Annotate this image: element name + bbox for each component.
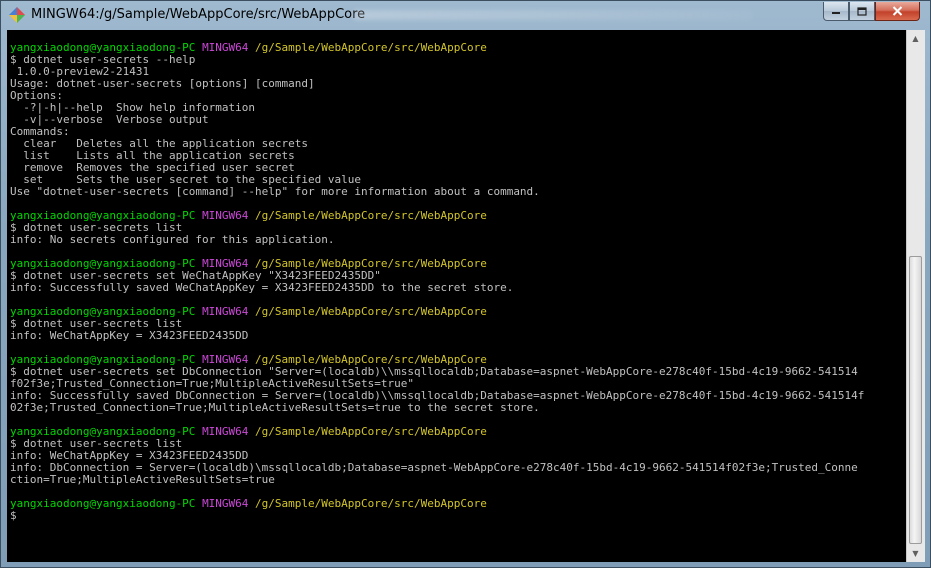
output-line: $ [10,509,17,522]
prompt-shell: MINGW64 [202,209,249,222]
prompt-path: /g/Sample/WebAppCore/src/WebAppCore [255,497,487,510]
minimize-button[interactable] [823,2,849,21]
output-line: -v|--verbose Verbose output [10,113,209,126]
terminal-output[interactable]: yangxiaodong@yangxiaodong-PC MINGW64 /g/… [7,30,906,562]
output-line: info: WeChatAppKey = X3423FEED2435DD [10,329,249,342]
prompt-path: /g/Sample/WebAppCore/src/WebAppCore [255,425,487,438]
output-line: info: No secrets configured for this app… [10,233,335,246]
output-line: 02f3e;Trusted_Connection=True;MultipleAc… [10,401,540,414]
prompt-line: yangxiaodong@yangxiaodong-PC MINGW64 /g/… [10,498,864,510]
scroll-down-arrow-icon[interactable]: ▼ [907,545,924,562]
maximize-button[interactable] [849,2,875,21]
output-line: Usage: dotnet-user-secrets [options] [co… [10,77,315,90]
prompt-path: /g/Sample/WebAppCore/src/WebAppCore [255,305,487,318]
minimize-icon [832,12,840,14]
scrollbar-thumb[interactable] [909,256,922,544]
close-icon [892,6,903,16]
prompt-user-host: yangxiaodong@yangxiaodong-PC [10,497,196,510]
window-title: MINGW64:/g/Sample/WebAppCore/src/WebAppC… [31,7,366,22]
terminal-window: MINGW64:/g/Sample/WebAppCore/src/WebAppC… [0,0,931,568]
prompt-shell: MINGW64 [202,41,249,54]
output-line: ction=True;MultipleActiveResultSets=true [10,473,275,486]
close-button[interactable] [875,2,920,21]
prompt-path: /g/Sample/WebAppCore/src/WebAppCore [255,41,487,54]
prompt-shell: MINGW64 [202,497,249,510]
prompt-path: /g/Sample/WebAppCore/src/WebAppCore [255,209,487,222]
title-bar-glow [353,10,753,20]
output-line: Use "dotnet-user-secrets [command] --hel… [10,185,540,198]
vertical-scrollbar[interactable]: ▲ ▼ [906,30,925,562]
prompt-shell: MINGW64 [202,425,249,438]
scroll-up-arrow-icon[interactable]: ▲ [907,30,924,47]
output-line: info: Successfully saved WeChatAppKey = … [10,281,514,294]
title-bar[interactable]: MINGW64:/g/Sample/WebAppCore/src/WebAppC… [1,1,930,29]
terminal-lines: yangxiaodong@yangxiaodong-PC MINGW64 /g/… [10,42,864,522]
prompt-shell: MINGW64 [202,305,249,318]
mingw-diamond-icon[interactable] [9,7,25,23]
maximize-icon [857,6,867,16]
